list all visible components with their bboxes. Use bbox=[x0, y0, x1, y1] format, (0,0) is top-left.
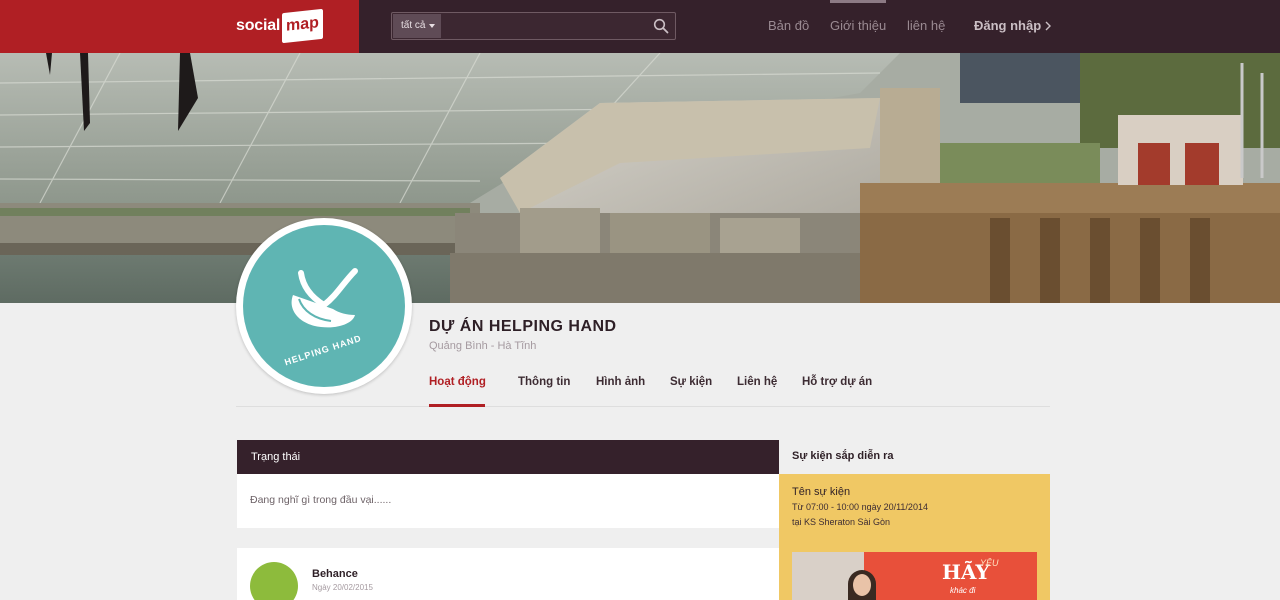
profile-tabs: Hoạt động Thông tin Hình ảnh Sự kiện Liê… bbox=[236, 365, 1050, 407]
tab-activity[interactable]: Hoạt động bbox=[429, 376, 486, 388]
tab-active-underline bbox=[429, 404, 485, 407]
tab-events[interactable]: Sự kiện bbox=[670, 376, 712, 388]
page-location: Quảng Bình - Hà Tĩnh bbox=[429, 340, 537, 352]
search-category-dropdown[interactable]: tất cả bbox=[393, 14, 441, 38]
status-panel: Trạng thái Đang nghĩ gì trong đầu vại...… bbox=[237, 440, 779, 528]
status-input[interactable]: Đang nghĩ gì trong đầu vại...... bbox=[237, 474, 779, 528]
avatar[interactable] bbox=[250, 562, 298, 600]
status-title: Trạng thái bbox=[237, 440, 779, 474]
page-title: DỰ ÁN HELPING HAND bbox=[429, 318, 617, 335]
logo-text: HELPING HAND bbox=[283, 333, 363, 367]
chevron-right-icon bbox=[1045, 21, 1051, 31]
cover-photo-dam bbox=[0, 53, 1280, 303]
post-date: Ngày 20/02/2015 bbox=[312, 583, 373, 592]
event-time: Từ 07:00 - 10:00 ngày 20/11/2014 bbox=[792, 502, 928, 512]
search-icon[interactable] bbox=[653, 18, 669, 34]
tab-contact[interactable]: Liên hệ bbox=[737, 376, 777, 388]
event-name[interactable]: Tên sự kiện bbox=[792, 486, 850, 498]
event-image[interactable]: HÃY YÊU khác đi bbox=[792, 552, 1037, 600]
events-heading: Sự kiện sắp diễn ra bbox=[792, 450, 894, 462]
nav-item-map[interactable]: Bản đồ bbox=[768, 18, 809, 33]
event-image-face bbox=[853, 574, 871, 596]
event-card[interactable]: Tên sự kiện Từ 07:00 - 10:00 ngày 20/11/… bbox=[779, 474, 1050, 600]
feed-post: Behance Ngày 20/02/2015 bbox=[237, 548, 779, 600]
tab-images[interactable]: Hình ảnh bbox=[596, 376, 645, 388]
nav-item-login[interactable]: Đăng nhập bbox=[974, 18, 1041, 33]
event-location: tại KS Sheraton Sài Gòn bbox=[792, 517, 891, 527]
cover-image bbox=[0, 53, 1280, 303]
tab-support[interactable]: Hỗ trợ dự án bbox=[802, 376, 872, 388]
event-image-text-3: khác đi bbox=[950, 586, 976, 595]
socialmap-logo[interactable]: social map bbox=[236, 8, 324, 44]
search-input[interactable] bbox=[444, 15, 644, 37]
caret-down-icon bbox=[429, 24, 435, 28]
tab-info[interactable]: Thông tin bbox=[518, 376, 570, 388]
search-category-label: tất cả bbox=[401, 20, 426, 31]
logo-text-arc: HELPING HAND bbox=[283, 333, 363, 367]
nav-item-contact[interactable]: liên hệ bbox=[907, 18, 945, 33]
helping-hand-logo: HELPING HAND bbox=[243, 225, 405, 387]
search-bar: tất cả bbox=[391, 12, 676, 40]
nav-active-indicator bbox=[830, 0, 886, 3]
logo-word-map: map bbox=[282, 8, 324, 44]
post-author[interactable]: Behance bbox=[312, 568, 358, 580]
nav-item-about[interactable]: Giới thiệu bbox=[830, 18, 886, 33]
logo-word-social: social bbox=[236, 17, 281, 34]
top-navbar: social map tất cả Bản đồ Giới thiệu liên… bbox=[0, 0, 1280, 53]
event-image-text-2: YÊU bbox=[980, 558, 999, 568]
